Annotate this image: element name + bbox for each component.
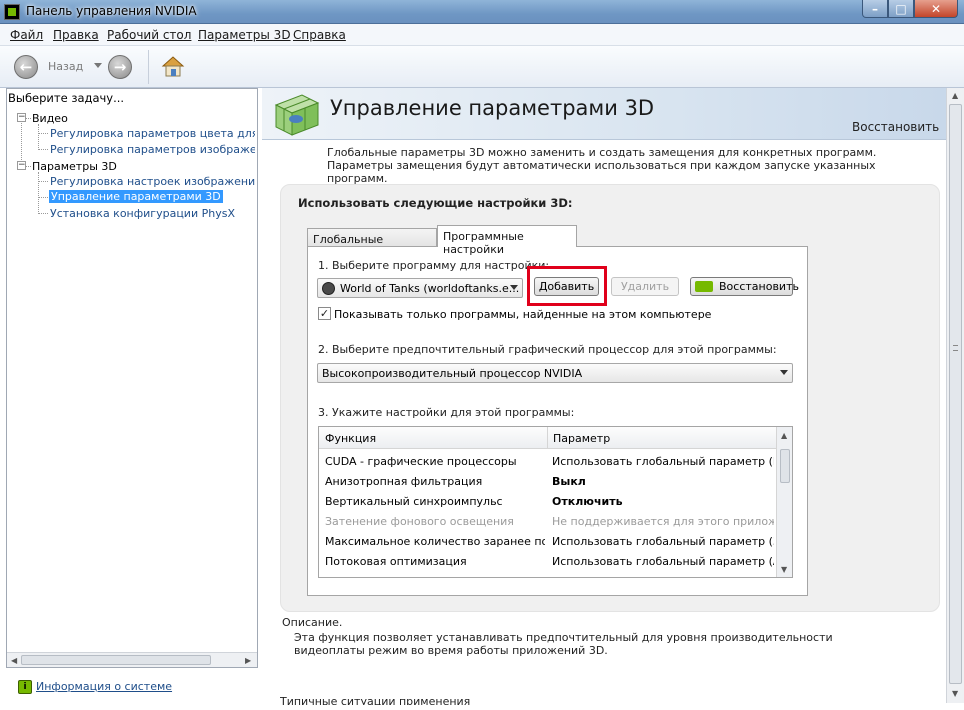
restore-defaults-link[interactable]: Восстановить (852, 120, 939, 134)
grid-row[interactable]: Анизотропная фильтрация Выкл (319, 471, 776, 491)
step2-label: 2. Выберите предпочтительный графический… (318, 343, 777, 356)
arrow-right-icon: → (113, 58, 127, 76)
grid-cell-function: Анизотропная фильтрация (325, 475, 483, 488)
grid-cell-param: Использовать глобальный параметр (3) (552, 535, 774, 548)
page-title: Управление параметрами 3D (330, 96, 655, 120)
chevron-down-icon[interactable] (94, 63, 102, 68)
grid-row[interactable]: Затенение фонового освещения Не поддержи… (319, 511, 776, 531)
grid-vscrollbar[interactable]: ▲ ▼ (776, 427, 792, 577)
description-text: Эта функция позволяет устанавливать пред… (294, 631, 833, 657)
grid-cell-param: Выкл (552, 475, 586, 488)
grid-cell-function: Максимальное количество заранее под... (325, 535, 545, 548)
tab-global-settings[interactable]: Глобальные параметры (307, 228, 437, 259)
back-button[interactable]: ← (14, 55, 38, 79)
restore-program-label: Восстановить (719, 280, 799, 293)
program-select[interactable]: World of Tanks (worldoftanks.e... (317, 278, 523, 298)
scroll-thumb[interactable] (21, 655, 211, 665)
window-title: Панель управления NVIDIA (26, 4, 197, 18)
grid-row[interactable]: CUDA - графические процессоры Использова… (319, 451, 776, 471)
menu-file[interactable]: Файл (10, 28, 43, 42)
grid-row[interactable]: Максимальное количество заранее под... И… (319, 531, 776, 551)
collapse-3d-toggle[interactable]: − (17, 161, 26, 170)
grid-cell-function: Затенение фонового освещения (325, 515, 514, 528)
settings-heading: Использовать следующие настройки 3D: (298, 196, 573, 210)
3d-settings-icon (272, 91, 322, 137)
tree-item-video-image[interactable]: Регулировка параметров изображения д (50, 143, 255, 156)
toolbar (0, 46, 964, 88)
tree-node-3d[interactable]: Параметры 3D (32, 160, 117, 173)
toolbar-separator (148, 50, 149, 84)
grid-cell-function: Потоковая оптимизация (325, 555, 467, 568)
chevron-down-icon (510, 285, 518, 290)
gpu-select-value: Высокопроизводительный процессор NVIDIA (322, 367, 583, 380)
menu-edit[interactable]: Правка (53, 28, 99, 42)
settings-grid: Функция Параметр ▲ ▼ CUDA - графические … (318, 426, 793, 578)
arrow-left-icon: ← (19, 58, 33, 76)
world-of-tanks-icon (322, 282, 335, 295)
grid-header-param[interactable]: Параметр (547, 427, 777, 449)
tree-item-3d-manage-selected[interactable]: Управление параметрами 3D (49, 190, 223, 203)
grid-cell-param: Использовать глобальный параметр (Все) (552, 455, 774, 468)
task-panel-header: Выберите задачу... (8, 91, 125, 105)
scroll-thumb[interactable] (780, 449, 790, 483)
step3-label: 3. Укажите настройки для этой программы: (318, 406, 575, 419)
home-button[interactable] (160, 54, 186, 78)
tab-program-settings[interactable]: Программные настройки (437, 225, 577, 256)
grid-header-function-label: Функция (325, 432, 377, 445)
maximize-button[interactable]: □ (888, 0, 914, 18)
close-button[interactable]: ✕ (914, 0, 958, 18)
grid-cell-function: Вертикальный синхроимпульс (325, 495, 503, 508)
typical-usage-heading: Типичные ситуации применения (280, 695, 471, 705)
grid-header-function[interactable]: Функция (319, 427, 547, 449)
program-select-value: World of Tanks (worldoftanks.e... (340, 282, 520, 295)
nvidia-logo-icon (4, 4, 20, 20)
tree-item-physx[interactable]: Установка конфигурации PhysX (50, 207, 235, 220)
grid-cell-param: Не поддерживается для этого приложе... (552, 515, 774, 528)
restore-program-button[interactable]: Восстановить (690, 277, 799, 296)
chevron-down-icon (780, 370, 788, 375)
description-label: Описание. (282, 616, 343, 629)
add-program-button[interactable]: Добавить (534, 277, 599, 296)
page-description: Глобальные параметры 3D можно заменить и… (327, 146, 877, 185)
gpu-select[interactable]: Высокопроизводительный процессор NVIDIA (317, 363, 793, 383)
grid-header-param-label: Параметр (553, 432, 611, 445)
grid-row[interactable]: Потоковая оптимизация Использовать глоба… (319, 551, 776, 571)
menu-desktop[interactable]: Рабочий стол (107, 28, 191, 42)
system-info-icon: i (18, 680, 32, 694)
main-vscrollbar[interactable]: ▲ ▼ (946, 88, 964, 703)
step1-label: 1. Выберите программу для настройки: (318, 259, 550, 272)
home-icon (161, 56, 185, 77)
grid-cell-param: Использовать глобальный параметр (А... (552, 555, 774, 568)
left-panel-hscrollbar[interactable]: ◀ ▶ (7, 652, 257, 667)
tree-item-3d-image-settings[interactable]: Регулировка настроек изображения с пр (50, 175, 255, 188)
forward-button[interactable]: → (108, 55, 132, 79)
menu-3d-settings[interactable]: Параметры 3D (198, 28, 291, 42)
system-info-link[interactable]: Информация о системе (36, 680, 172, 693)
grid-row[interactable]: Вертикальный синхроимпульс Отключить (319, 491, 776, 511)
tree-item-video-color[interactable]: Регулировка параметров цвета для вид (50, 127, 255, 140)
scroll-thumb[interactable] (949, 104, 962, 684)
grid-cell-param: Отключить (552, 495, 623, 508)
show-only-checkbox[interactable]: ✓ (318, 307, 331, 320)
nvidia-logo-icon (695, 281, 713, 292)
menu-help[interactable]: Справка (293, 28, 346, 42)
minimize-button[interactable]: – (862, 0, 888, 18)
collapse-video-toggle[interactable]: − (17, 113, 26, 122)
back-label[interactable]: Назад (48, 60, 83, 73)
remove-program-button[interactable]: Удалить (611, 277, 679, 296)
show-only-label: Показывать только программы, найденные н… (334, 308, 712, 321)
grid-cell-function: CUDA - графические процессоры (325, 455, 517, 468)
